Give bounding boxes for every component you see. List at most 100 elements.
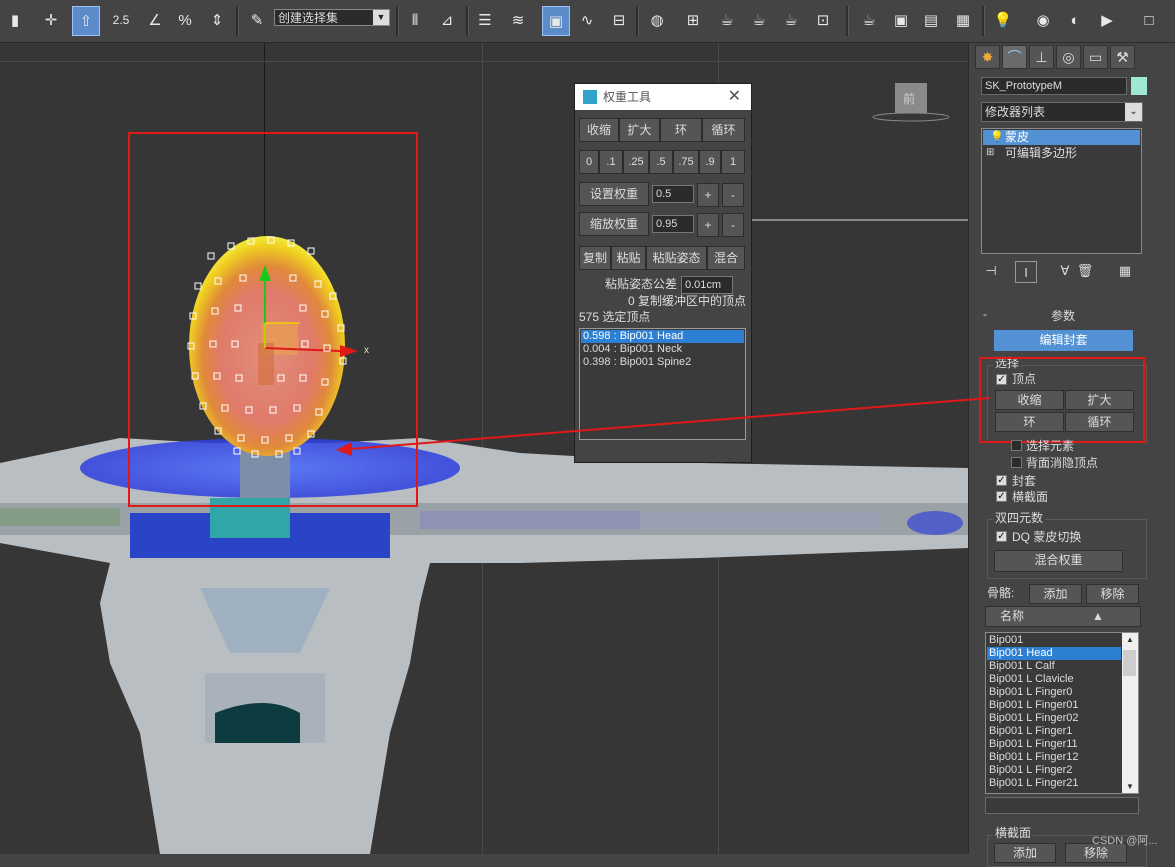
wt-preset-075[interactable]: .75 (673, 150, 699, 174)
object-name-field[interactable]: SK_PrototypeM (981, 77, 1127, 95)
render-in-cloud-icon[interactable]: ▦ (950, 6, 976, 34)
bone-item[interactable]: Bip001 L Finger2 (987, 764, 1121, 777)
spinner-snap-icon[interactable]: ⇕ (204, 6, 230, 34)
modify-tab-icon[interactable]: ⌒ (1002, 45, 1027, 69)
edit-envelope-button[interactable]: 编辑封套 (994, 330, 1133, 351)
close-icon[interactable]: ✕ (728, 84, 741, 110)
wt-preset-1[interactable]: 1 (721, 150, 745, 174)
bone-item[interactable]: Bip001 L Finger02 (987, 712, 1121, 725)
bone-list-scrollbar[interactable]: ▲ ▼ (1122, 633, 1138, 793)
scroll-down-icon[interactable]: ▼ (1126, 782, 1134, 791)
bone-item[interactable]: Bip001 L Finger0 (987, 686, 1121, 699)
render-production-icon[interactable]: ☕ (778, 6, 804, 34)
modifier-list-dropdown[interactable]: 修改器列表 ⌄ (981, 102, 1143, 122)
make-unique-icon[interactable]: ∀ (1055, 261, 1075, 281)
percent-snap-icon[interactable]: % (172, 6, 198, 34)
select-and-place-icon[interactable]: ⇧ (72, 6, 100, 36)
vertex-weight-list[interactable]: 0.598 : Bip001 Head 0.004 : Bip001 Neck … (579, 328, 746, 440)
lightbulb-icon[interactable]: 💡 (990, 130, 1004, 143)
scroll-thumb[interactable] (1123, 650, 1136, 676)
bone-item[interactable]: Bip001 (987, 634, 1121, 647)
scale-weight-button[interactable]: 缩放权重 (579, 212, 649, 236)
params-rollout-header[interactable]: - 参数 (979, 307, 1143, 324)
wt-preset-0[interactable]: 0 (579, 150, 599, 174)
schematic-view-icon[interactable]: ⊞ (680, 6, 706, 34)
wt-ring-button[interactable]: 环 (660, 118, 702, 142)
set-weight-minus-button[interactable]: - (722, 183, 744, 207)
show-end-result-icon[interactable]: I (1015, 261, 1037, 283)
weight-row[interactable]: 0.398 : Bip001 Spine2 (581, 356, 744, 369)
cs-add-button[interactable]: 添加 (994, 843, 1056, 863)
render-iterative-icon[interactable]: ⊡ (810, 6, 836, 34)
batch-render-icon[interactable]: ▤ (918, 6, 944, 34)
sound-icon[interactable]: ◐ (1062, 6, 1088, 34)
video-camera-icon[interactable]: ▶ (1094, 6, 1120, 34)
copy-button[interactable]: 复制 (579, 246, 611, 270)
scale-weight-spinner[interactable]: 0.95 (652, 215, 694, 233)
move-icon[interactable]: ✛ (38, 6, 64, 34)
wt-preset-01[interactable]: .1 (599, 150, 623, 174)
paste-pose-button[interactable]: 粘贴姿态 (646, 246, 707, 270)
set-weight-spinner[interactable]: 0.5 (652, 185, 694, 203)
front-viewport[interactable]: x 前 (0, 43, 968, 854)
weight-row[interactable]: 0.598 : Bip001 Head (581, 330, 744, 343)
layer-manager-icon[interactable]: ≋ (505, 6, 531, 34)
configure-sets-icon[interactable]: ▦ (1115, 261, 1135, 281)
modifier-skin[interactable]: 蒙皮 (983, 130, 1140, 145)
remove-modifier-icon[interactable]: 🗑 (1075, 261, 1095, 281)
hierarchy-tab-icon[interactable]: ⊥ (1029, 45, 1054, 69)
display-tab-icon[interactable]: ▭ (1083, 45, 1108, 69)
scale-weight-plus-button[interactable]: + (697, 213, 719, 237)
set-weight-plus-button[interactable]: + (697, 183, 719, 207)
bone-item[interactable]: Bip001 L Finger11 (987, 738, 1121, 751)
bone-item[interactable]: Bip001 L Finger1 (987, 725, 1121, 738)
dope-sheet-icon[interactable]: ⊟ (606, 6, 632, 34)
render-window-icon[interactable]: ▣ (888, 6, 914, 34)
expand-icon[interactable]: ⊞ (986, 147, 994, 158)
blend-weights-button[interactable]: 混合权重 (994, 550, 1123, 572)
viewport-layout-icon[interactable]: □ (1136, 6, 1162, 34)
snap-toggle-icon[interactable]: 2.5 (108, 6, 134, 34)
ribbon-toggle-icon[interactable]: ▣ (542, 6, 570, 36)
material-editor-icon[interactable]: ◍ (644, 6, 670, 34)
wt-preset-05[interactable]: .5 (649, 150, 673, 174)
wt-preset-09[interactable]: .9 (699, 150, 721, 174)
pin-stack-icon[interactable]: ⊣ (981, 261, 1001, 281)
object-color-swatch[interactable] (1131, 77, 1147, 95)
bone-item[interactable]: Bip001 L Finger12 (987, 751, 1121, 764)
select-link-icon[interactable]: ▮ (2, 6, 28, 34)
modifier-stack[interactable]: 蒙皮 可编辑多边形 💡 ⊞ (981, 128, 1142, 254)
blend-button[interactable]: 混合 (707, 246, 745, 270)
curve-editor-icon[interactable]: ∿ (574, 6, 600, 34)
modifier-editable-poly[interactable]: 可编辑多边形 (983, 146, 1140, 161)
bone-filter-field[interactable] (985, 797, 1139, 814)
add-bone-button[interactable]: 添加 (1029, 584, 1082, 604)
wt-shrink-button[interactable]: 收缩 (579, 118, 619, 142)
select-element-checkbox[interactable] (1011, 440, 1022, 451)
edit-named-selection-icon[interactable]: ✎ (244, 6, 270, 34)
light-lister-icon[interactable]: 💡 (990, 6, 1016, 34)
cross-sections-checkbox[interactable]: ✓ (996, 491, 1007, 502)
angle-snap-icon[interactable]: ∠ (142, 6, 168, 34)
envelopes-checkbox[interactable]: ✓ (996, 475, 1007, 486)
bone-item[interactable]: Bip001 L Finger01 (987, 699, 1121, 712)
scale-weight-minus-button[interactable]: - (722, 213, 744, 237)
dq-toggle-checkbox[interactable]: ✓ (996, 531, 1007, 542)
rendered-frame-icon[interactable]: ☕ (746, 6, 772, 34)
create-tab-icon[interactable]: ✸ (975, 45, 1000, 69)
weight-tool-titlebar[interactable]: 权重工具 ✕ (575, 84, 751, 110)
motion-tab-icon[interactable]: ◎ (1056, 45, 1081, 69)
bone-list[interactable]: Bip001 Bip001 Head Bip001 L Calf Bip001 … (985, 632, 1139, 794)
align-icon[interactable]: ⊿ (434, 6, 460, 34)
scene-explorer-icon[interactable]: ☰ (472, 6, 498, 34)
render-activeshade-icon[interactable]: ☕ (856, 6, 882, 34)
paste-button[interactable]: 粘贴 (611, 246, 646, 270)
wt-grow-button[interactable]: 扩大 (619, 118, 660, 142)
bone-item[interactable]: Bip001 L Clavicle (987, 673, 1121, 686)
utilities-tab-icon[interactable]: ⚒ (1110, 45, 1135, 69)
camera-icon[interactable]: ◉ (1030, 6, 1056, 34)
bone-item[interactable]: Bip001 L Calf (987, 660, 1121, 673)
scroll-up-icon[interactable]: ▲ (1126, 635, 1134, 644)
bone-item[interactable]: Bip001 Head (987, 647, 1121, 660)
wt-loop-button[interactable]: 循环 (702, 118, 745, 142)
